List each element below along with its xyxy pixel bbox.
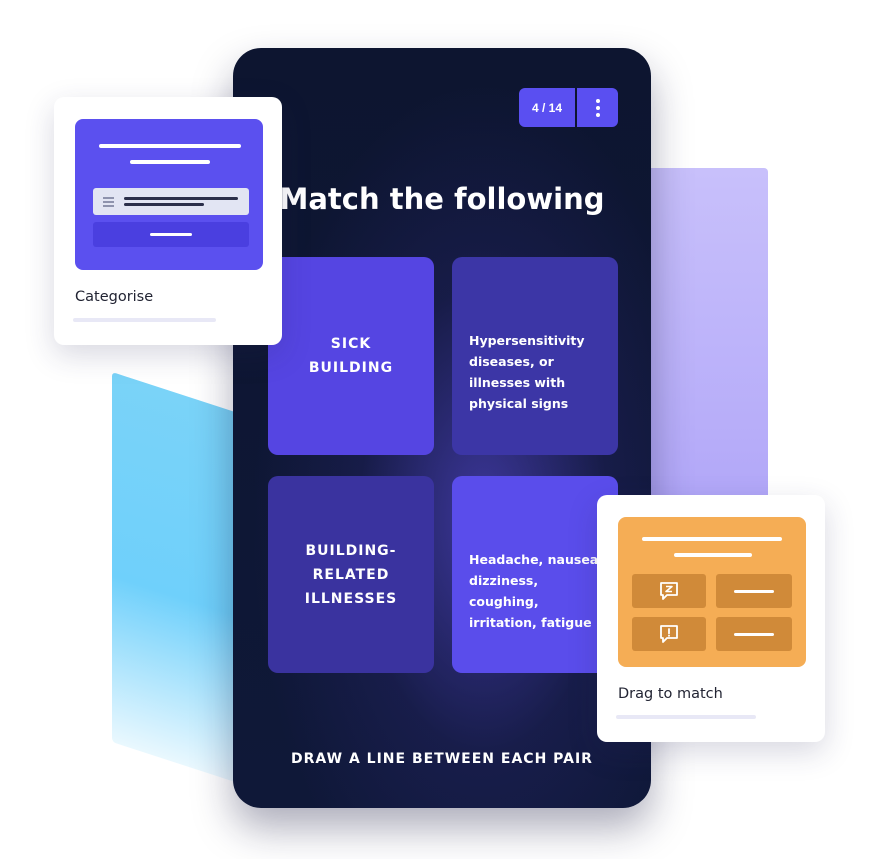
question-counter: 4 / 14 [519,88,575,127]
drag-to-match-template-card[interactable]: Drag to match [597,495,825,742]
more-options-button[interactable] [577,88,618,127]
label-underline [616,715,756,719]
question-title: Match the following [279,182,605,216]
kebab-dot-icon [595,112,600,117]
quiz-phone-screen: 4 / 14 Match the following SICK BUILDING… [233,48,651,808]
card-text: Hypersensitivity diseases, or illnesses … [469,333,585,411]
drag-handle-icon [103,197,114,209]
match-card-term[interactable]: BUILDING- RELATED ILLNESSES [268,476,434,673]
template-label: Drag to match [618,686,723,702]
sleep-chat-icon-tile [632,574,706,608]
match-tile [716,574,792,608]
label-underline [73,318,216,322]
placeholder-line [130,160,210,164]
match-card-term[interactable]: SICK BUILDING [268,257,434,455]
match-tile [716,617,792,651]
drag-to-match-thumbnail [618,517,806,667]
placeholder-line [642,537,782,541]
sleep-chat-icon [660,582,678,600]
match-card-definition[interactable]: Headache, nausea, dizziness, coughing, i… [452,476,618,673]
alert-chat-icon-tile [632,617,706,651]
categorise-template-card[interactable]: Categorise [54,97,282,345]
kebab-dot-icon [595,105,600,110]
placeholder-button [93,222,249,247]
template-label: Categorise [75,289,154,305]
decorative-lavender-shape [632,168,768,550]
match-card-definition[interactable]: Hypersensitivity diseases, or illnesses … [452,257,618,455]
question-counter-group: 4 / 14 [519,88,618,127]
placeholder-input [93,188,249,215]
card-text: SICK BUILDING [308,336,394,376]
categorise-thumbnail [75,119,263,270]
alert-chat-icon [660,625,678,643]
card-text: Headache, nausea, dizziness, coughing, i… [469,552,603,630]
placeholder-line [99,144,241,148]
kebab-dot-icon [595,98,600,103]
placeholder-line [674,553,752,557]
instruction-text: DRAW A LINE BETWEEN EACH PAIR [291,751,593,767]
card-text: BUILDING- RELATED ILLNESSES [304,542,398,607]
